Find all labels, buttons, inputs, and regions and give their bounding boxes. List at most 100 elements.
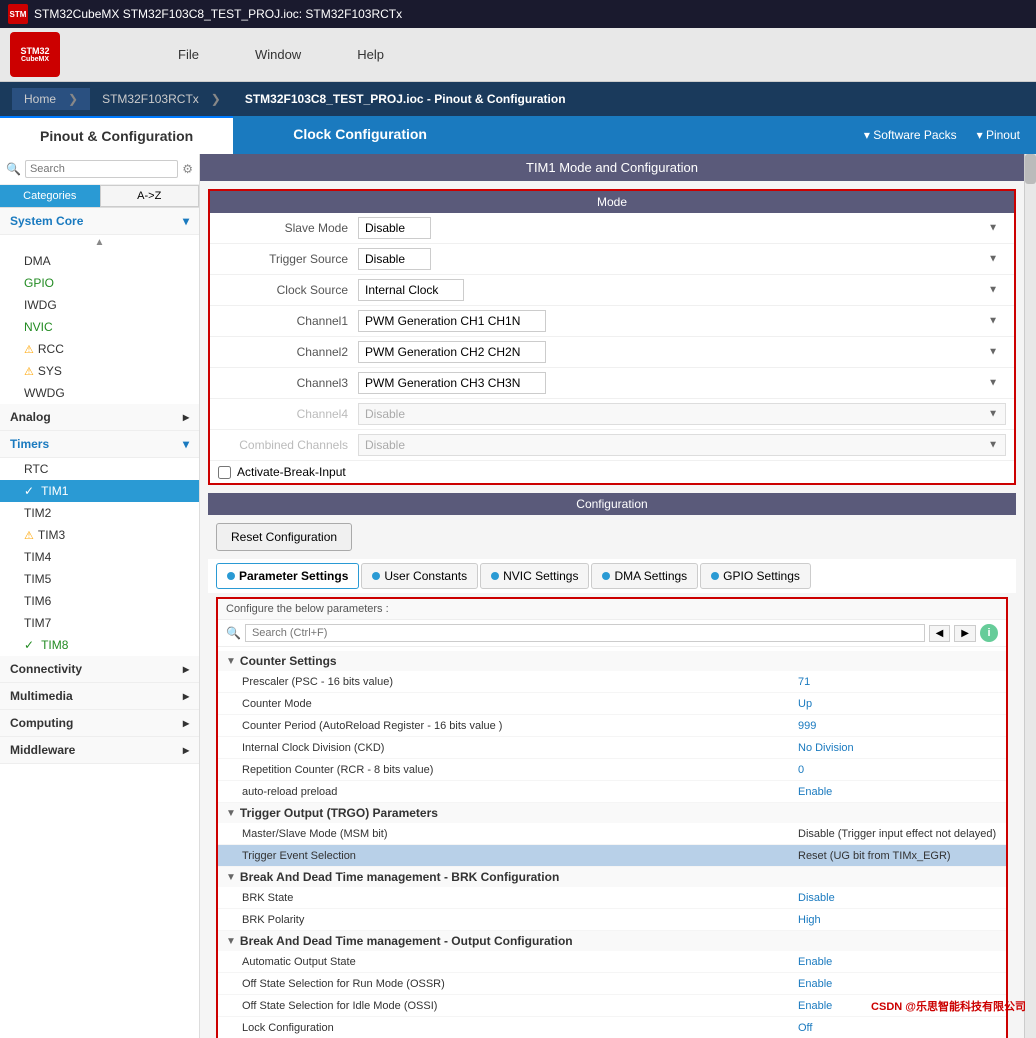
menu-file[interactable]: File bbox=[170, 43, 207, 66]
category-system-core[interactable]: System Core ▾ bbox=[0, 208, 199, 235]
sidebar-item-dma[interactable]: DMA bbox=[0, 250, 199, 272]
pinout-btn[interactable]: ▾ Pinout bbox=[977, 128, 1020, 142]
sidebar-tab-az[interactable]: A->Z bbox=[100, 185, 200, 207]
tab-gpio-settings[interactable]: GPIO Settings bbox=[700, 563, 811, 589]
sidebar-tab-bar: Categories A->Z bbox=[0, 185, 199, 208]
tab-pinout[interactable]: Pinout & Configuration bbox=[0, 116, 233, 154]
brk-polarity-name: BRK Polarity bbox=[242, 914, 798, 926]
channel3-select[interactable]: PWM Generation CH3 CH3N bbox=[358, 372, 546, 394]
param-lock: Lock Configuration Off bbox=[218, 1017, 1006, 1038]
sidebar-item-tim6[interactable]: TIM6 bbox=[0, 590, 199, 612]
sidebar-item-rcc[interactable]: RCC bbox=[0, 338, 199, 360]
configure-text: Configure the below parameters : bbox=[218, 599, 1006, 620]
output-arrow: ▼ bbox=[226, 936, 236, 947]
category-analog[interactable]: Analog ▸ bbox=[0, 404, 199, 431]
group-trgo[interactable]: ▼ Trigger Output (TRGO) Parameters bbox=[218, 803, 1006, 823]
category-computing[interactable]: Computing ▸ bbox=[0, 710, 199, 737]
tab-clock[interactable]: Clock Configuration bbox=[233, 116, 487, 154]
category-multimedia[interactable]: Multimedia ▸ bbox=[0, 683, 199, 710]
search-prev-btn[interactable]: ◀ bbox=[929, 625, 951, 642]
channel2-row: Channel2 PWM Generation CH2 CH2N bbox=[210, 337, 1014, 368]
sidebar-item-tim5[interactable]: TIM5 bbox=[0, 568, 199, 590]
clock-source-select[interactable]: Internal Clock bbox=[358, 279, 464, 301]
sidebar-item-nvic[interactable]: NVIC bbox=[0, 316, 199, 338]
right-scrollbar[interactable] bbox=[1024, 154, 1036, 1038]
stm-logo-small: STM bbox=[8, 4, 28, 24]
search-input[interactable] bbox=[25, 160, 178, 178]
content-area: TIM1 Mode and Configuration Mode Slave M… bbox=[200, 154, 1024, 1038]
mode-section: Mode Slave Mode Disable Trigger Source D… bbox=[208, 189, 1016, 485]
scroll-up-btn[interactable]: ▲ bbox=[0, 235, 199, 250]
autoreload-name: auto-reload preload bbox=[242, 786, 798, 798]
category-connectivity[interactable]: Connectivity ▸ bbox=[0, 656, 199, 683]
scrollbar-thumb[interactable] bbox=[1025, 154, 1036, 184]
combined-value: Disable bbox=[358, 434, 1006, 456]
channel3-row: Channel3 PWM Generation CH3 CH3N bbox=[210, 368, 1014, 399]
middleware-label: Middleware bbox=[10, 743, 75, 757]
chevron-right-icon-3: ▸ bbox=[183, 689, 189, 703]
chevron-right-icon-2: ▸ bbox=[183, 662, 189, 676]
group-brk-config[interactable]: ▼ Break And Dead Time management - BRK C… bbox=[218, 867, 1006, 887]
menu-window[interactable]: Window bbox=[247, 43, 309, 66]
group-counter-settings[interactable]: ▼ Counter Settings bbox=[218, 651, 1006, 671]
sidebar-tab-categories[interactable]: Categories bbox=[0, 185, 100, 207]
breadcrumb-home[interactable]: Home bbox=[12, 88, 90, 110]
sidebar-search-bar: 🔍 ⚙ bbox=[0, 154, 199, 185]
sidebar-item-wwdg[interactable]: WWDG bbox=[0, 382, 199, 404]
channel4-value: Disable bbox=[358, 403, 1006, 425]
param-prescaler: Prescaler (PSC - 16 bits value) 71 bbox=[218, 671, 1006, 693]
channel1-select[interactable]: PWM Generation CH1 CH1N bbox=[358, 310, 546, 332]
slave-mode-select[interactable]: Disable bbox=[358, 217, 431, 239]
rcr-name: Repetition Counter (RCR - 8 bits value) bbox=[242, 764, 798, 776]
counter-arrow: ▼ bbox=[226, 656, 236, 667]
activate-break-checkbox[interactable] bbox=[218, 466, 231, 479]
chevron-down-icon-2: ▾ bbox=[183, 437, 189, 451]
gear-icon[interactable]: ⚙ bbox=[182, 162, 193, 176]
counter-mode-name: Counter Mode bbox=[242, 698, 798, 710]
channel1-row: Channel1 PWM Generation CH1 CH1N bbox=[210, 306, 1014, 337]
autoreload-value: Enable bbox=[798, 786, 998, 798]
channel4-label: Channel4 bbox=[218, 407, 358, 421]
sidebar-item-tim4[interactable]: TIM4 bbox=[0, 546, 199, 568]
param-content: Configure the below parameters : 🔍 ◀ ▶ i… bbox=[216, 597, 1008, 1038]
tab-nvic-settings[interactable]: NVIC Settings bbox=[480, 563, 589, 589]
tab-dma-settings[interactable]: DMA Settings bbox=[591, 563, 698, 589]
sidebar-item-gpio[interactable]: GPIO bbox=[0, 272, 199, 294]
sidebar-item-tim1[interactable]: ✓TIM1 bbox=[0, 480, 199, 502]
sidebar-item-iwdg[interactable]: IWDG bbox=[0, 294, 199, 316]
msm-value: Disable (Trigger input effect not delaye… bbox=[798, 828, 998, 840]
software-packs-btn[interactable]: ▾ Software Packs bbox=[864, 128, 957, 142]
group-output-config[interactable]: ▼ Break And Dead Time management - Outpu… bbox=[218, 931, 1006, 951]
trgo-arrow: ▼ bbox=[226, 808, 236, 819]
channel2-select[interactable]: PWM Generation CH2 CH2N bbox=[358, 341, 546, 363]
system-core-label: System Core bbox=[10, 214, 83, 228]
tab-parameter-settings[interactable]: Parameter Settings bbox=[216, 563, 359, 589]
category-timers[interactable]: Timers ▾ bbox=[0, 431, 199, 458]
param-msm: Master/Slave Mode (MSM bit) Disable (Tri… bbox=[218, 823, 1006, 845]
counter-group-label: Counter Settings bbox=[240, 654, 337, 668]
sidebar-item-sys[interactable]: SYS bbox=[0, 360, 199, 382]
slave-mode-select-wrapper: Disable bbox=[358, 217, 1006, 239]
sidebar-item-tim8[interactable]: ✓TIM8 bbox=[0, 634, 199, 656]
category-middleware[interactable]: Middleware ▸ bbox=[0, 737, 199, 764]
menu-help[interactable]: Help bbox=[349, 43, 392, 66]
channel2-wrapper: PWM Generation CH2 CH2N bbox=[358, 341, 1006, 363]
chevron-right-icon-5: ▸ bbox=[183, 743, 189, 757]
breadcrumb-device[interactable]: STM32F103RCTx bbox=[90, 88, 233, 110]
trigger-source-select[interactable]: Disable bbox=[358, 248, 431, 270]
param-search-input[interactable] bbox=[245, 624, 925, 642]
chevron-down-icon: ▾ bbox=[183, 214, 189, 228]
search-next-btn[interactable]: ▶ bbox=[954, 625, 976, 642]
sidebar-item-tim7[interactable]: TIM7 bbox=[0, 612, 199, 634]
sidebar-item-rtc[interactable]: RTC bbox=[0, 458, 199, 480]
ossi-name: Off State Selection for Idle Mode (OSSI) bbox=[242, 1000, 798, 1012]
combined-label: Combined Channels bbox=[218, 438, 358, 452]
tab-user-constants[interactable]: User Constants bbox=[361, 563, 478, 589]
info-icon[interactable]: i bbox=[980, 624, 998, 642]
sidebar-item-tim2[interactable]: TIM2 bbox=[0, 502, 199, 524]
activate-break-row: Activate-Break-Input bbox=[210, 461, 1014, 483]
sidebar-item-tim3[interactable]: TIM3 bbox=[0, 524, 199, 546]
trigger-source-row: Trigger Source Disable bbox=[210, 244, 1014, 275]
reset-config-button[interactable]: Reset Configuration bbox=[216, 523, 352, 551]
slave-mode-label: Slave Mode bbox=[218, 221, 358, 235]
